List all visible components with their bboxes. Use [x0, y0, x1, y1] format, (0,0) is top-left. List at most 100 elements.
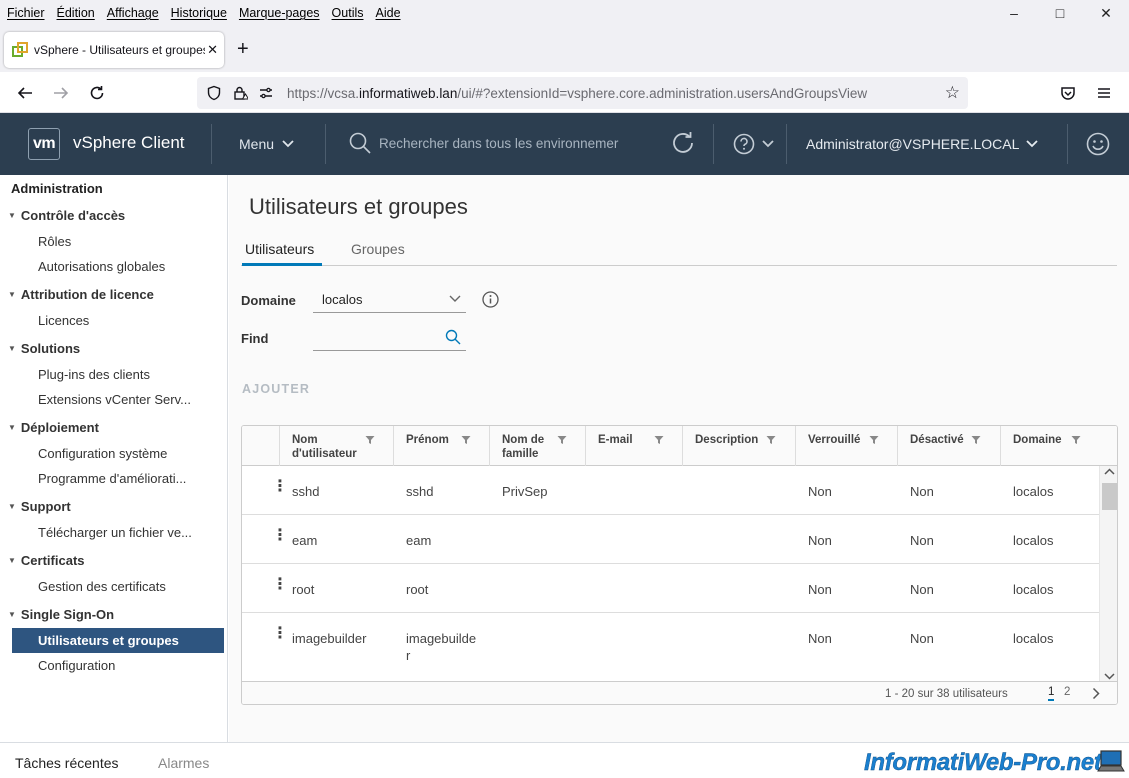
filter-icon[interactable]	[766, 435, 776, 445]
forward-icon[interactable]	[49, 81, 73, 105]
filter-icon[interactable]	[557, 435, 567, 445]
cell-username: eam	[292, 533, 318, 548]
find-input[interactable]	[313, 325, 466, 351]
sidebar-item-licenses[interactable]: Licences	[12, 308, 224, 333]
sidebar-item-roles[interactable]: Rôles	[12, 229, 224, 254]
table-row[interactable]: ⋮ eam eam Non Non localos	[242, 515, 1100, 564]
row-actions-icon[interactable]: ⋮	[272, 577, 288, 593]
refresh-icon[interactable]	[670, 130, 696, 159]
find-label: Find	[241, 331, 269, 346]
cell-domain: localos	[1013, 582, 1054, 597]
lock-warning-icon[interactable]	[231, 85, 249, 101]
menu-fichier[interactable]: Fichier	[7, 6, 45, 20]
table-row[interactable]: ⋮ sshd sshd PrivSep Non Non localos	[242, 466, 1100, 515]
menu-dropdown[interactable]: Menu	[239, 136, 294, 152]
column-header-email[interactable]: E-mail	[585, 426, 682, 466]
global-search[interactable]: Rechercher dans tous les environnemer	[349, 132, 618, 154]
user-menu[interactable]: Administrator@VSPHERE.LOCAL	[806, 136, 1039, 152]
maximize-icon[interactable]: □	[1037, 0, 1083, 26]
minimize-icon[interactable]: –	[991, 0, 1037, 26]
add-user-button[interactable]: AJOUTER	[242, 382, 310, 396]
sidebar-section-access-control[interactable]: ▼ Contrôle d'accès	[8, 208, 125, 223]
sidebar-item-vcenter-extensions[interactable]: Extensions vCenter Serv...	[12, 387, 224, 412]
scroll-up-icon[interactable]	[1104, 468, 1115, 476]
new-tab-icon[interactable]: +	[237, 39, 249, 59]
bottom-panel-bar: Tâches récentes Alarmes InformatiWeb-Pro…	[0, 742, 1129, 778]
sidebar-item-users-and-groups[interactable]: Utilisateurs et groupes	[12, 628, 224, 653]
column-header-domain[interactable]: Domaine	[1000, 426, 1117, 466]
tab-groups[interactable]: Groupes	[351, 241, 405, 257]
row-actions-icon[interactable]: ⋮	[272, 479, 288, 495]
filter-icon[interactable]	[461, 435, 471, 445]
filter-icon[interactable]	[869, 435, 879, 445]
menu-edition[interactable]: Édition	[57, 6, 95, 20]
filter-icon[interactable]	[1071, 435, 1081, 445]
shield-icon[interactable]	[205, 85, 223, 101]
cell-disabled: Non	[910, 631, 934, 646]
menu-historique[interactable]: Historique	[171, 6, 227, 20]
sidebar-item-system-configuration[interactable]: Configuration système	[12, 441, 224, 466]
search-icon[interactable]	[445, 329, 461, 345]
sidebar-item-upload-file[interactable]: Télécharger un fichier ve...	[12, 520, 224, 545]
filter-icon[interactable]	[365, 435, 375, 445]
sidebar-item-certificate-management[interactable]: Gestion des certificats	[12, 574, 224, 599]
feedback-smiley-icon[interactable]	[1086, 132, 1110, 159]
active-tab-indicator	[242, 263, 322, 266]
column-header-firstname[interactable]: Prénom	[393, 426, 489, 466]
next-page-icon[interactable]	[1092, 687, 1101, 700]
datagrid-scrollbar[interactable]	[1099, 466, 1117, 682]
column-header-disabled[interactable]: Désactivé	[897, 426, 1000, 466]
url-bar[interactable]: https://vcsa.informatiweb.lan/ui/#?exten…	[197, 77, 968, 109]
menu-aide[interactable]: Aide	[376, 6, 401, 20]
sidebar-section-solutions[interactable]: ▼ Solutions	[8, 341, 80, 356]
caret-down-icon: ▼	[8, 290, 16, 299]
sidebar-item-sso-configuration[interactable]: Configuration	[12, 653, 224, 678]
recent-tasks-tab[interactable]: Tâches récentes	[15, 755, 119, 771]
row-actions-icon[interactable]: ⋮	[272, 528, 288, 544]
browser-tabstrip: vSphere - Utilisateurs et groupes ✕ +	[0, 26, 1129, 72]
reload-icon[interactable]	[85, 81, 109, 105]
alarms-tab[interactable]: Alarmes	[158, 755, 209, 771]
cell-username: sshd	[292, 484, 320, 499]
permissions-icon[interactable]	[257, 85, 275, 101]
column-header-username[interactable]: Nom d'utilisateur	[279, 426, 393, 466]
sidebar-section-sso[interactable]: ▼ Single Sign-On	[8, 607, 114, 622]
menu-outils[interactable]: Outils	[332, 6, 364, 20]
sidebar-item-improvement-program[interactable]: Programme d'amélioratі...	[12, 466, 224, 491]
pocket-icon[interactable]	[1056, 81, 1080, 105]
admin-sidebar: Administration ▼ Contrôle d'accès Rôles A…	[0, 175, 228, 742]
filter-icon[interactable]	[654, 435, 664, 445]
browser-navbar: https://vcsa.informatiweb.lan/ui/#?exten…	[0, 72, 1129, 113]
column-header-lastname[interactable]: Nom de famille	[489, 426, 585, 466]
sidebar-section-licensing[interactable]: ▼ Attribution de licence	[8, 287, 154, 302]
column-header-locked[interactable]: Verrouillé	[795, 426, 897, 466]
scroll-down-icon[interactable]	[1104, 672, 1115, 680]
sidebar-section-support[interactable]: ▼ Support	[8, 499, 71, 514]
browser-tab[interactable]: vSphere - Utilisateurs et groupes ✕	[4, 32, 224, 68]
table-row[interactable]: ⋮ imagebuilder imagebuilder Non Non loca…	[242, 613, 1100, 683]
menu-marque-pages[interactable]: Marque-pages	[239, 6, 320, 20]
domain-select[interactable]: localos	[313, 287, 466, 313]
page-2-button[interactable]: 2	[1064, 686, 1070, 698]
sidebar-item-client-plugins[interactable]: Plug-ins des clients	[12, 362, 224, 387]
sidebar-item-global-permissions[interactable]: Autorisations globales	[12, 254, 224, 279]
help-dropdown[interactable]	[733, 133, 774, 155]
hamburger-menu-icon[interactable]	[1092, 81, 1116, 105]
sidebar-section-deployment[interactable]: ▼ Déploiement	[8, 420, 99, 435]
row-actions-icon[interactable]: ⋮	[272, 626, 288, 642]
info-icon[interactable]	[482, 291, 499, 311]
back-icon[interactable]	[13, 81, 37, 105]
filter-icon[interactable]	[971, 435, 981, 445]
bookmark-star-icon[interactable]: ☆	[945, 83, 960, 103]
menu-affichage[interactable]: Affichage	[107, 6, 159, 20]
url-text[interactable]: https://vcsa.informatiweb.lan/ui/#?exten…	[287, 86, 867, 101]
sidebar-section-certificates[interactable]: ▼ Certificats	[8, 553, 85, 568]
page-1-button[interactable]: 1	[1048, 686, 1055, 701]
main-content: Utilisateurs et groupes Utilisateurs Gro…	[229, 175, 1129, 742]
column-header-description[interactable]: Description	[682, 426, 795, 466]
scrollbar-thumb[interactable]	[1102, 483, 1117, 510]
tab-close-icon[interactable]: ✕	[207, 42, 218, 58]
tab-users[interactable]: Utilisateurs	[245, 241, 314, 257]
close-window-icon[interactable]: ✕	[1083, 0, 1129, 26]
table-row[interactable]: ⋮ root root Non Non localos	[242, 564, 1100, 613]
